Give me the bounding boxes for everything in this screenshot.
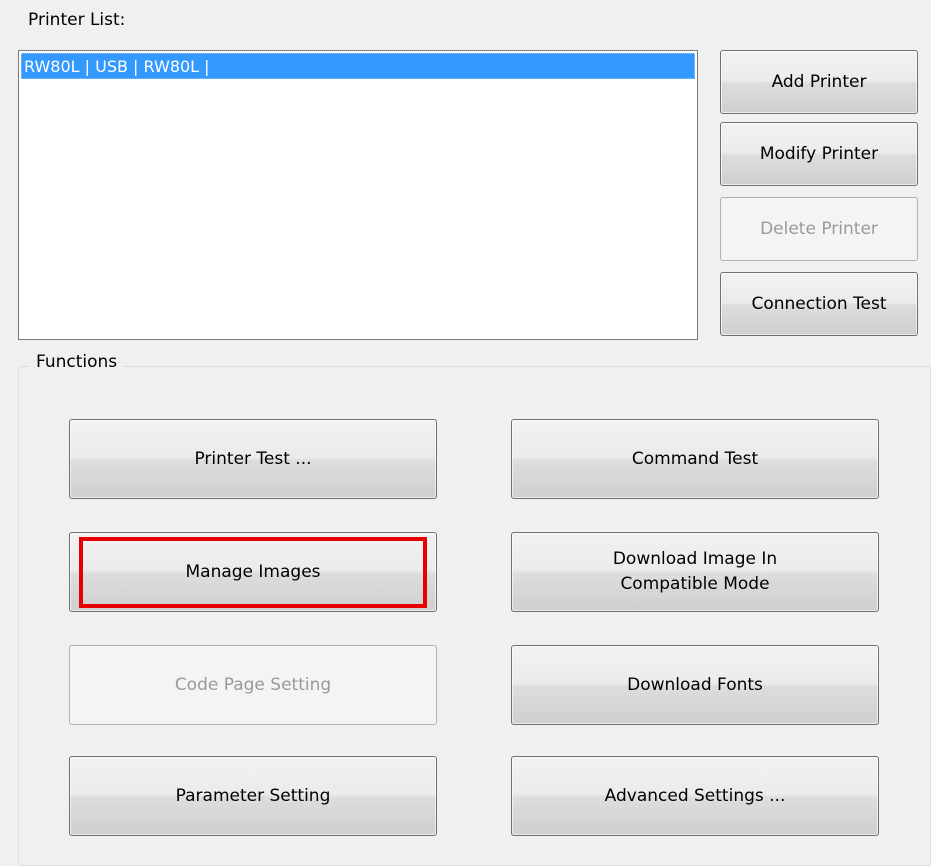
download-image-compatible-label: Download Image In Compatible Mode (613, 547, 777, 596)
connection-test-button[interactable]: Connection Test (720, 272, 918, 336)
code-page-setting-button[interactable]: Code Page Setting (69, 645, 437, 725)
download-fonts-button[interactable]: Download Fonts (511, 645, 879, 725)
modify-printer-button[interactable]: Modify Printer (720, 122, 918, 186)
delete-printer-label: Delete Printer (760, 218, 878, 239)
add-printer-button[interactable]: Add Printer (720, 50, 918, 114)
advanced-settings-button[interactable]: Advanced Settings ... (511, 756, 879, 836)
parameter-setting-button[interactable]: Parameter Setting (69, 756, 437, 836)
printer-list-item[interactable]: RW80L | USB | RW80L | (21, 53, 695, 79)
printer-listbox[interactable]: RW80L | USB | RW80L | (18, 50, 698, 340)
advanced-settings-label: Advanced Settings ... (604, 785, 786, 806)
printer-test-label: Printer Test ... (194, 448, 312, 469)
download-image-compatible-line2: Compatible Mode (620, 574, 770, 594)
manage-images-label: Manage Images (185, 561, 321, 582)
download-image-compatible-button[interactable]: Download Image In Compatible Mode (511, 532, 879, 612)
modify-printer-label: Modify Printer (759, 143, 879, 164)
download-image-compatible-line1: Download Image In (612, 549, 778, 570)
code-page-setting-label: Code Page Setting (174, 674, 332, 695)
printer-test-button[interactable]: Printer Test ... (69, 419, 437, 499)
add-printer-label: Add Printer (771, 71, 867, 92)
delete-printer-button[interactable]: Delete Printer (720, 197, 918, 261)
printer-list-label: Printer List: (28, 10, 126, 30)
command-test-button[interactable]: Command Test (511, 419, 879, 499)
download-fonts-label: Download Fonts (627, 674, 763, 695)
connection-test-label: Connection Test (751, 293, 887, 314)
command-test-label: Command Test (631, 448, 759, 469)
parameter-setting-label: Parameter Setting (175, 785, 331, 806)
functions-title: Functions (30, 352, 124, 372)
manage-images-button[interactable]: Manage Images (69, 532, 437, 612)
